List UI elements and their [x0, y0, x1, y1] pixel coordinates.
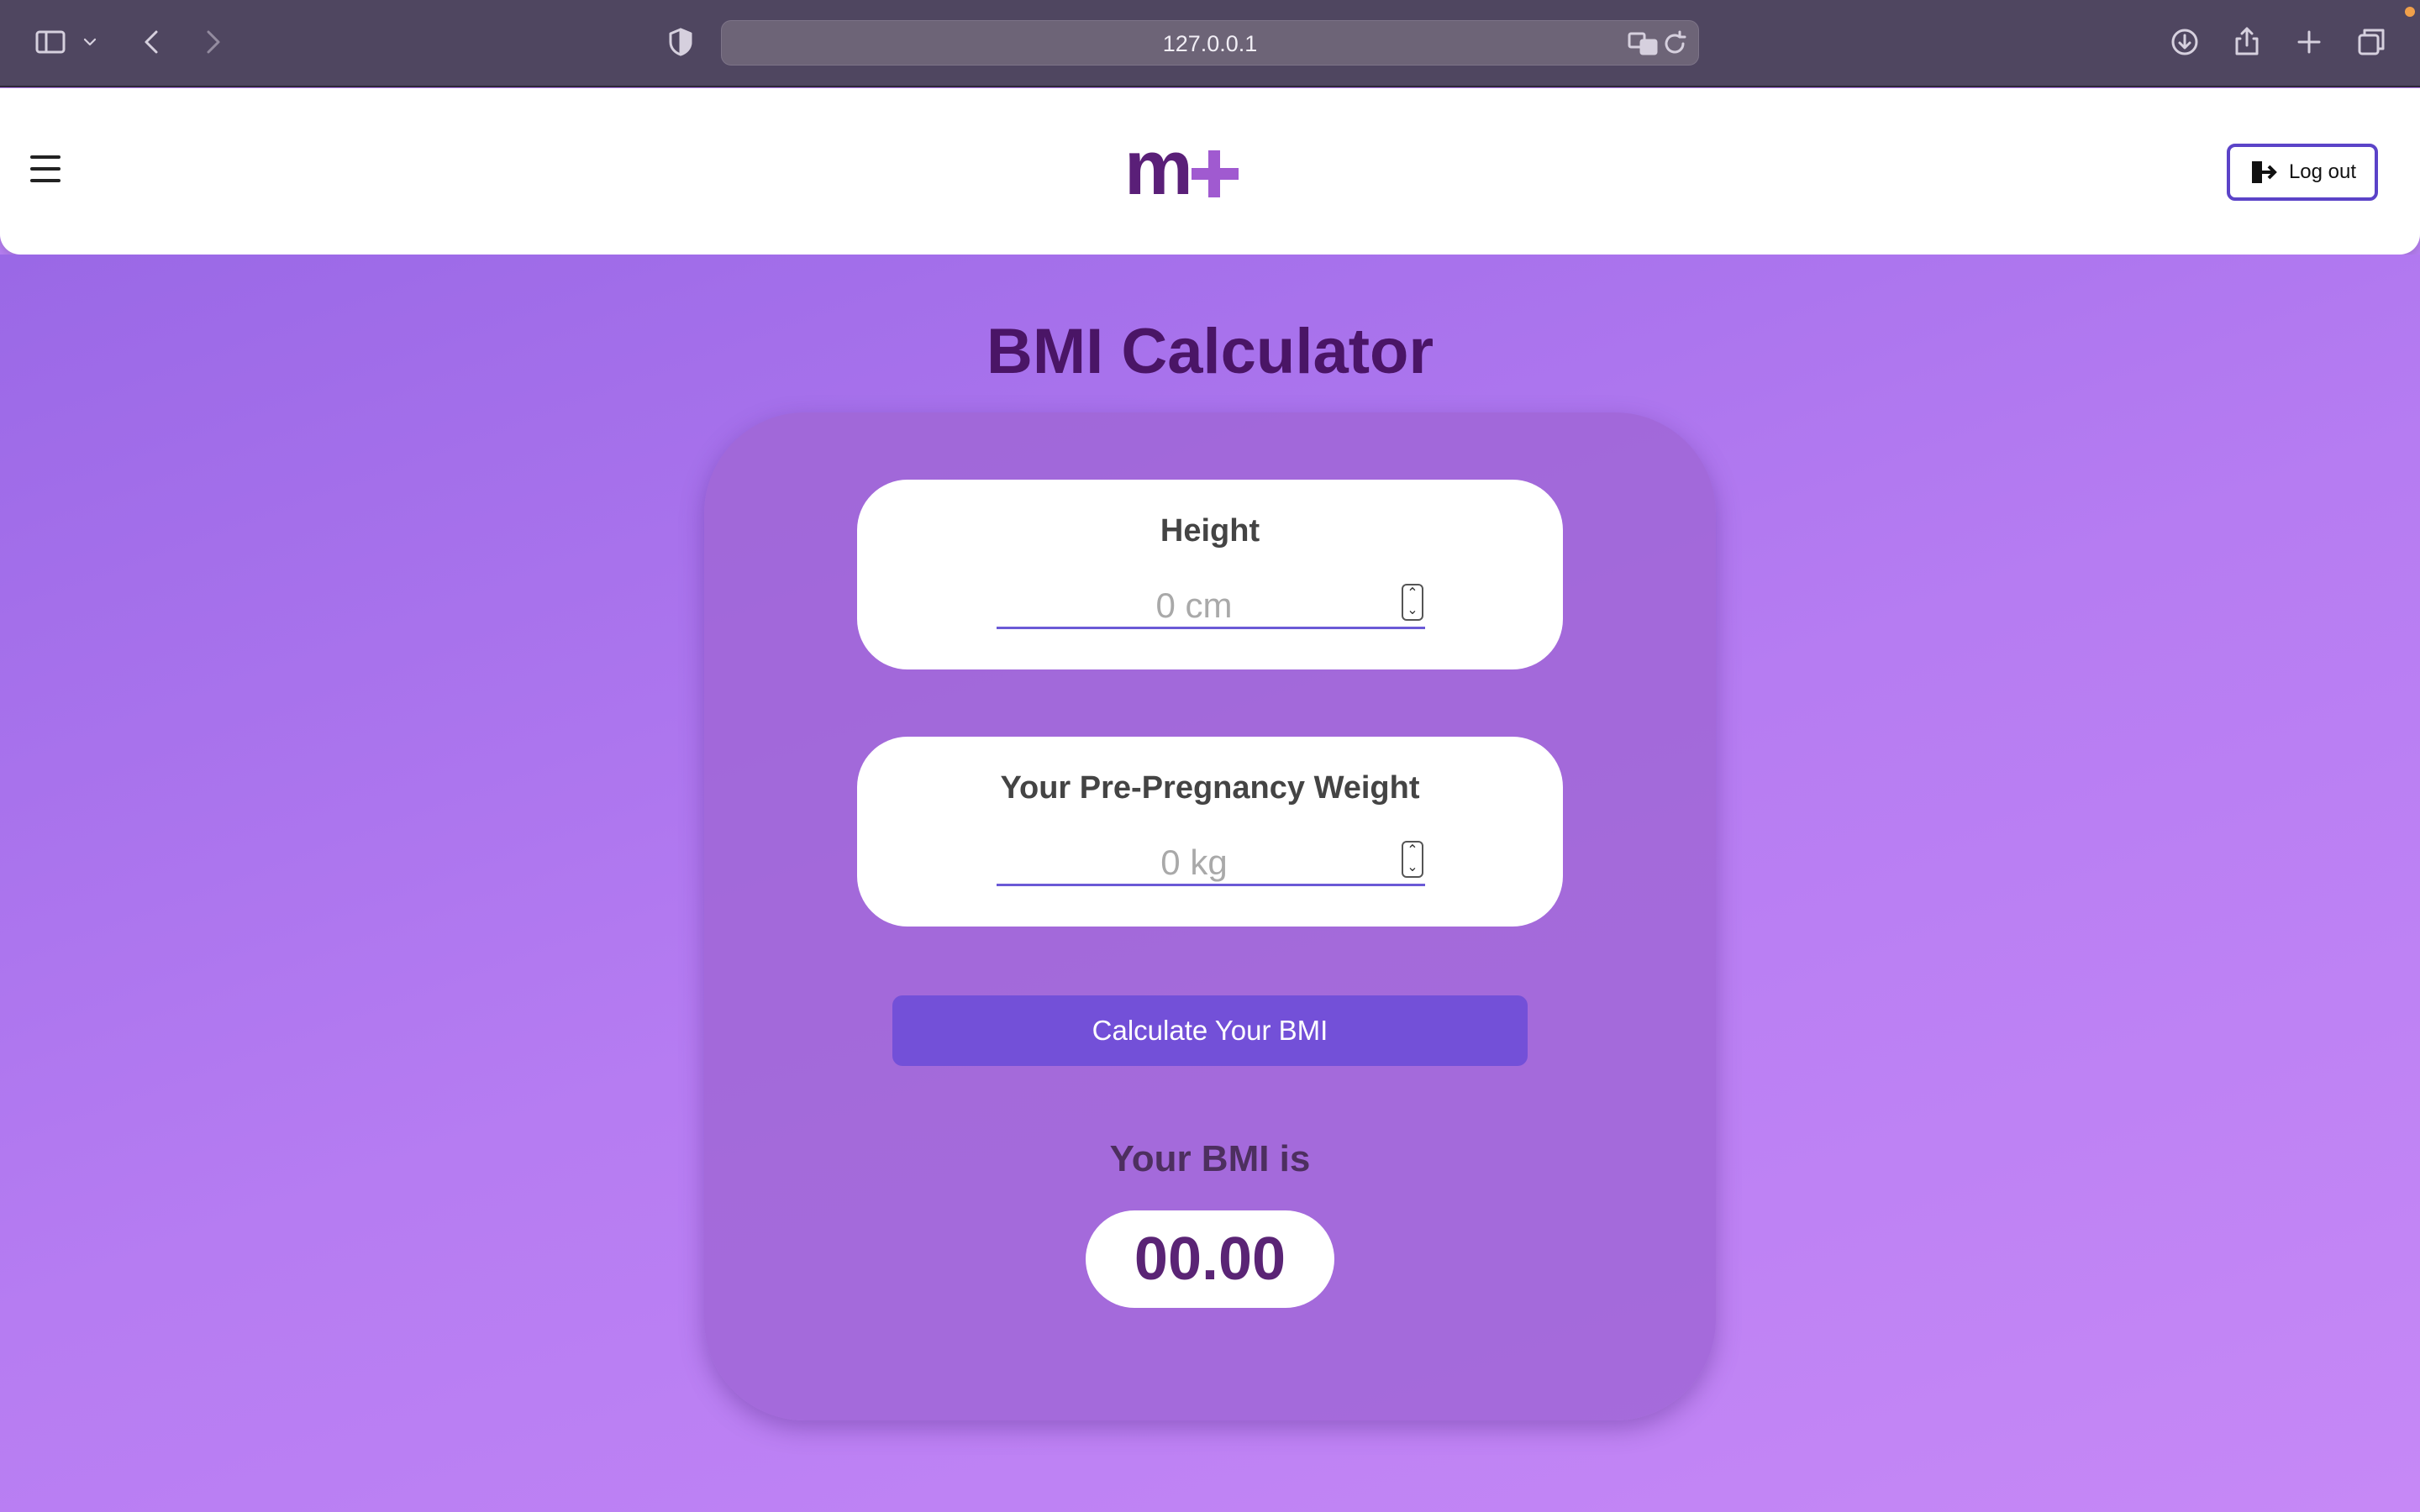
brand-logo[interactable]: m — [1124, 125, 1250, 211]
weight-stepper[interactable]: ⌃ ⌄ — [1402, 841, 1423, 878]
browser-toolbar: 127.0.0.1 — [0, 0, 2420, 87]
page-title: BMI Calculator — [986, 316, 1434, 387]
share-icon[interactable] — [2227, 22, 2267, 62]
address-bar[interactable]: 127.0.0.1 — [721, 20, 1699, 66]
weight-input-wrapper: ⌃⌄ — [997, 839, 1425, 886]
notification-dot — [2405, 7, 2415, 17]
forward-icon[interactable] — [192, 22, 232, 62]
height-stepper[interactable]: ⌃ ⌄ — [1402, 584, 1423, 621]
svg-text:m: m — [1124, 129, 1190, 204]
logout-label: Log out — [2288, 160, 2357, 183]
page-body: BMI Calculator Height ⌃⌄ Your Pre-Pregna… — [0, 255, 2420, 1512]
menu-icon[interactable] — [30, 155, 60, 182]
chevron-down-icon[interactable] — [77, 22, 103, 62]
back-icon[interactable] — [133, 22, 173, 62]
height-label: Height — [1160, 513, 1260, 549]
url-text: 127.0.0.1 — [1162, 31, 1258, 56]
bmi-card: Height ⌃⌄ Your Pre-Pregnancy Weight ⌃⌄ C… — [704, 412, 1716, 1420]
sidebar-icon[interactable] — [30, 22, 71, 62]
weight-label: Your Pre-Pregnancy Weight — [1000, 770, 1420, 806]
shield-icon[interactable] — [660, 22, 701, 62]
height-field: Height ⌃⌄ — [857, 480, 1563, 669]
reload-icon[interactable] — [1655, 24, 1695, 64]
height-input[interactable] — [997, 582, 1392, 629]
tabs-overview-icon[interactable] — [2351, 22, 2391, 62]
logout-icon — [2251, 161, 2277, 183]
download-icon[interactable] — [2165, 22, 2205, 62]
logout-button[interactable]: Log out — [2227, 144, 2378, 201]
calculate-bmi-button[interactable]: Calculate Your BMI — [892, 995, 1528, 1066]
weight-input[interactable] — [997, 839, 1392, 886]
weight-field: Your Pre-Pregnancy Weight ⌃⌄ — [857, 737, 1563, 927]
height-input-wrapper: ⌃⌄ — [997, 582, 1425, 629]
new-tab-icon[interactable] — [2289, 22, 2329, 62]
app-header: m Log out — [0, 88, 2420, 255]
bmi-result-label: Your BMI is — [1109, 1138, 1311, 1179]
bmi-result-value: 00.00 — [1086, 1210, 1334, 1308]
